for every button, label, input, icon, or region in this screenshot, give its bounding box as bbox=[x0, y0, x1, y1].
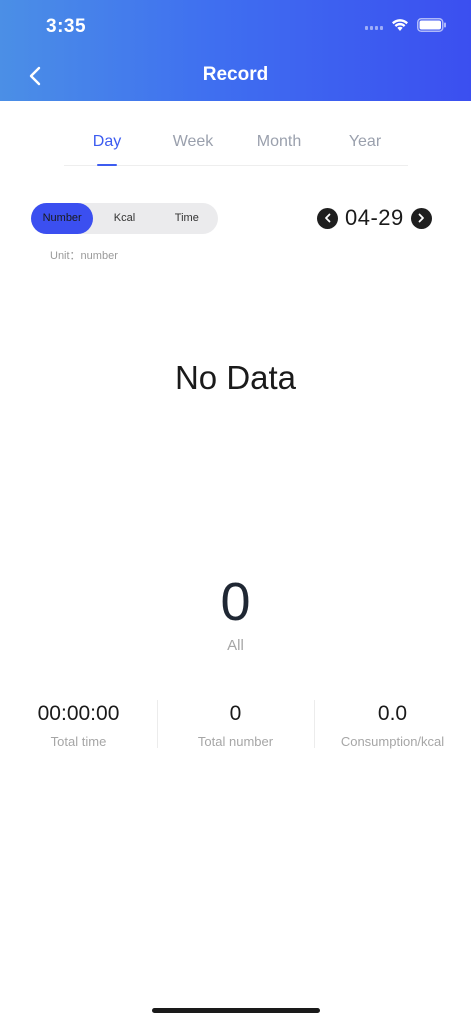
tab-year[interactable]: Year bbox=[322, 123, 408, 165]
home-indicator[interactable] bbox=[152, 1008, 320, 1013]
stat-consumption: 0.0 Consumption/kcal bbox=[314, 698, 471, 750]
stat-label: Total number bbox=[197, 734, 274, 749]
tab-day[interactable]: Day bbox=[64, 123, 150, 166]
stat-label: Consumption/kcal bbox=[340, 734, 445, 749]
period-tabs: Day Week Month Year bbox=[64, 123, 408, 166]
date-navigator: 04-29 bbox=[317, 204, 432, 232]
next-date-button[interactable] bbox=[410, 207, 432, 229]
all-total-value: 0 bbox=[220, 572, 251, 632]
previous-date-button[interactable] bbox=[317, 207, 338, 229]
all-total-label: All bbox=[227, 637, 244, 654]
stats-row: 00:00:00 Total time 0 Total number 0.0 C… bbox=[0, 698, 471, 750]
stat-label: Total time bbox=[50, 734, 107, 749]
metric-option-kcal[interactable]: Kcal bbox=[93, 203, 155, 234]
page-title: Record bbox=[202, 64, 269, 85]
metric-option-time[interactable]: Time bbox=[156, 203, 218, 234]
stat-total-time: 00:00:00 Total time bbox=[0, 698, 157, 750]
status-time: 3:35 bbox=[46, 16, 87, 37]
battery-icon bbox=[417, 18, 446, 32]
empty-state-text: No Data bbox=[174, 359, 297, 396]
current-date: 04-29 bbox=[345, 205, 404, 230]
stat-value: 00:00:00 bbox=[37, 702, 120, 725]
status-icons bbox=[365, 18, 447, 32]
tab-month[interactable]: Month bbox=[236, 123, 322, 165]
tab-week[interactable]: Week bbox=[150, 123, 236, 165]
unit-label: Unit：number bbox=[50, 250, 118, 262]
wifi-icon bbox=[392, 19, 408, 31]
stat-total-number: 0 Total number bbox=[157, 698, 314, 750]
metric-toggle: Number Kcal Time bbox=[31, 203, 218, 234]
cellular-signal-icon bbox=[365, 20, 383, 30]
app-header: 3:35 Record bbox=[0, 0, 471, 101]
chevron-left-icon bbox=[324, 213, 330, 223]
chevron-right-icon bbox=[418, 213, 425, 223]
stat-value: 0.0 bbox=[377, 702, 408, 725]
metric-option-number[interactable]: Number bbox=[31, 203, 94, 234]
stat-value: 0 bbox=[229, 702, 242, 725]
